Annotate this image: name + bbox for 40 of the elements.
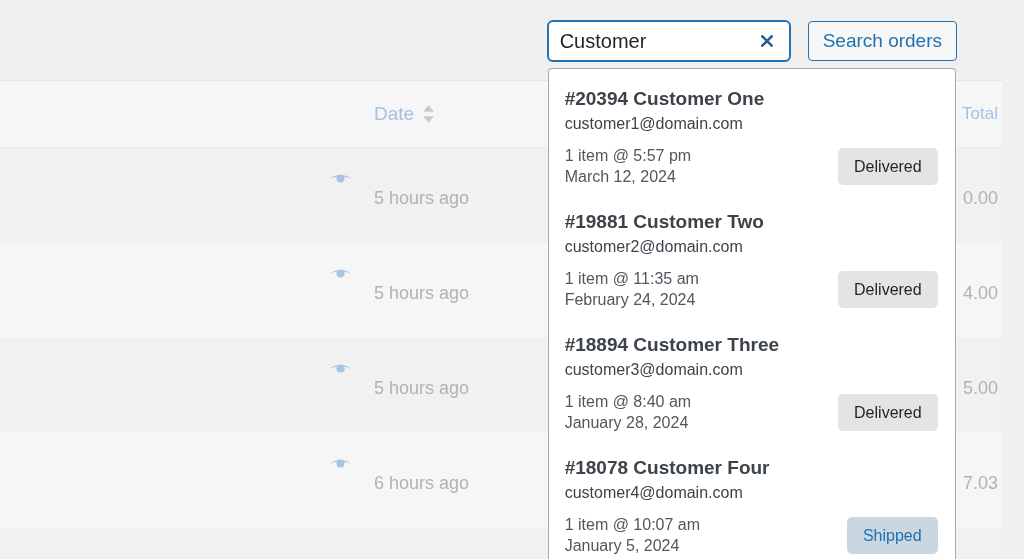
search-result-item[interactable]: #20394 Customer One customer1@domain.com 1 item @ 5:57 pm March 12, 2024 Delivered xyxy=(548,69,955,192)
order-title: #20394 Customer One xyxy=(564,87,766,111)
status-tag: Delivered xyxy=(838,270,938,308)
order-items-time: 1 item @ 8:40 am xyxy=(564,392,692,412)
order-total: 4.00 xyxy=(962,282,999,304)
search-result-item[interactable]: #19881 Customer Two customer2@domain.com 1 item @ 11:35 am February 24, 2024 Delivered xyxy=(548,192,955,315)
customer-email: customer2@domain.com xyxy=(564,237,744,257)
status-tag: Shipped xyxy=(846,516,938,554)
search-result-item[interactable]: #18894 Customer Three customer3@domain.com 1 item @ 8:40 am January 28, 2024 Delivered xyxy=(548,315,955,438)
order-items-time: 1 item @ 5:57 pm xyxy=(564,146,692,166)
order-items-time: 1 item @ 11:35 am xyxy=(564,269,699,289)
status-tag: Delivered xyxy=(838,393,938,431)
order-items-time: 1 item @ 10:07 am xyxy=(564,515,701,535)
order-date: 6 hours ago xyxy=(374,472,470,494)
order-total: 0.00 xyxy=(962,187,999,209)
order-total: 7.03 xyxy=(962,472,999,494)
order-date: 5 hours ago xyxy=(374,282,470,304)
order-date: 5 hours ago xyxy=(374,187,470,209)
sort-icon xyxy=(423,104,435,124)
eye-icon[interactable] xyxy=(330,268,351,279)
close-icon[interactable] xyxy=(760,35,773,47)
order-date: March 12, 2024 xyxy=(564,167,677,187)
status-tag: Delivered xyxy=(838,147,938,185)
order-title: #19881 Customer Two xyxy=(564,210,765,234)
order-date: February 24, 2024 xyxy=(564,290,697,310)
order-title: #18894 Customer Three xyxy=(564,333,781,357)
eye-icon[interactable] xyxy=(330,363,351,374)
order-date: 5 hours ago xyxy=(374,377,470,399)
search-result-item[interactable]: #18078 Customer Four customer4@domain.com 1 item @ 10:07 am January 5, 2024 Shipped xyxy=(548,438,955,559)
customer-email: customer1@domain.com xyxy=(564,114,744,134)
eye-icon[interactable] xyxy=(330,458,351,469)
order-date: January 5, 2024 xyxy=(564,536,681,556)
customer-email: customer4@domain.com xyxy=(564,483,744,503)
order-title: #18078 Customer Four xyxy=(564,456,771,480)
search-orders-button[interactable]: Search orders xyxy=(807,21,957,61)
customer-email: customer3@domain.com xyxy=(564,360,744,380)
order-date: January 28, 2024 xyxy=(564,413,690,433)
search-field[interactable]: Customer xyxy=(546,20,791,62)
order-total: 5.00 xyxy=(962,377,999,399)
eye-icon[interactable] xyxy=(330,173,351,184)
